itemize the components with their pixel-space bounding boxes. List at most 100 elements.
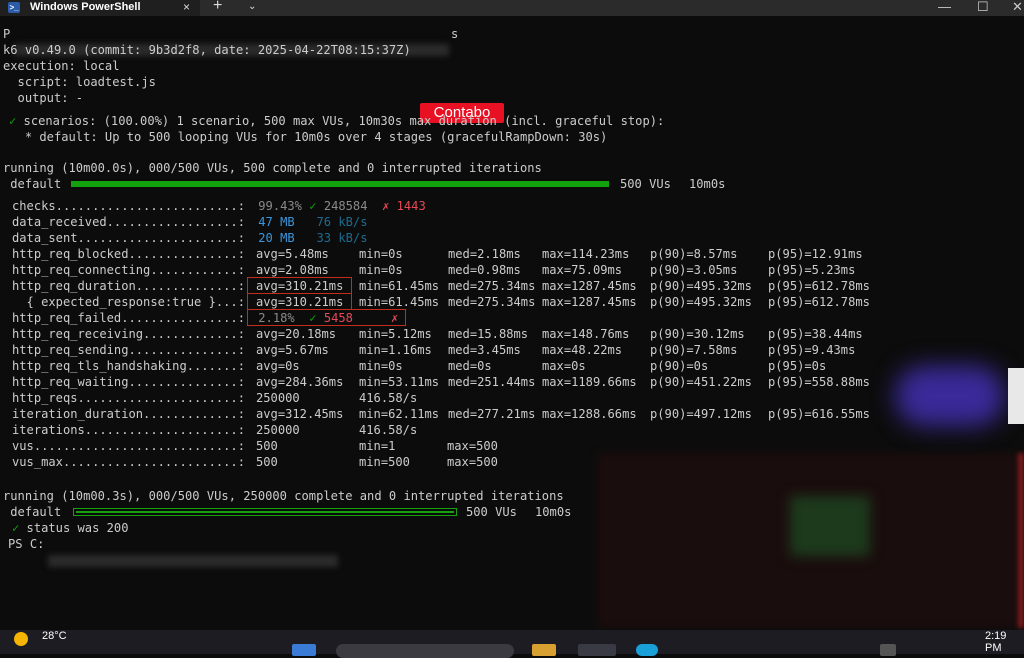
progress-bar-2-fill (76, 511, 454, 513)
metric-http-req-blocked: http_req_blocked...............: (12, 246, 252, 262)
windows-start-icon[interactable] (292, 644, 316, 656)
metric-http-req-sending-p90: p(90)=7.58ms (650, 342, 737, 358)
metric-http-req-waiting: http_req_waiting...............: (12, 374, 252, 390)
highlight-duration-avg (247, 277, 352, 294)
execution-line: execution: local (3, 58, 120, 74)
metric-http-req-tls-handshaking: http_req_tls_handshaking.......: (12, 358, 252, 374)
progress-time-1: 10m0s (689, 176, 725, 192)
tab-powershell[interactable]: >_ Windows PowerShell × (0, 0, 200, 16)
tray-icon[interactable] (880, 644, 896, 656)
metric-vus: vus............................: (12, 438, 252, 454)
vus-max-value: 500 (256, 454, 278, 470)
taskbar-search-box[interactable] (336, 644, 514, 658)
metric-data-sent: data_sent......................: 20 MB 3… (12, 230, 368, 246)
metric-http-reqs: http_reqs......................: (12, 390, 252, 406)
script-line: script: loadtest.js (3, 74, 156, 90)
weather-sun-icon[interactable] (14, 632, 28, 646)
metric-expected-response-min: min=61.45ms (359, 294, 439, 310)
metric-http-req-blocked-p95: p(95)=12.91ms (768, 246, 863, 262)
metric-http-req-sending-p95: p(95)=9.43ms (768, 342, 855, 358)
metric-http-req-duration: http_req_duration..............: (12, 278, 252, 294)
weather-temp[interactable]: 28°C (42, 630, 67, 642)
metric-http-req-receiving-avg: avg=20.18ms (256, 326, 336, 342)
metric-http-req-connecting-max: max=75.09ms (542, 262, 622, 278)
close-button[interactable]: ✕ (1012, 0, 1023, 15)
metric-http-req-duration-min: min=61.45ms (359, 278, 439, 294)
iterations-count: 250000 (256, 422, 300, 438)
metric-http-req-waiting-max: max=1189.66ms (542, 374, 637, 390)
obscured-region-green (790, 496, 870, 556)
progress-vus-2: 500 VUs (466, 504, 517, 520)
running-status-2: running (10m00.3s), 000/500 VUs, 250000 … (3, 488, 564, 504)
metric-http-req-tls-handshaking-max: max=0s (542, 358, 586, 374)
taskbar-clock[interactable]: 2:19 PM (985, 630, 1024, 654)
metric-expected-response-med: med=275.34ms (448, 294, 535, 310)
metric-http-req-blocked-avg: avg=5.48ms (256, 246, 329, 262)
metric-http-req-sending: http_req_sending...............: (12, 342, 252, 358)
metric-http-req-sending-med: med=3.45ms (448, 342, 521, 358)
metric-http-req-connecting-p95: p(95)=5.23ms (768, 262, 855, 278)
terminal-taskbar-icon[interactable] (578, 644, 616, 656)
metric-http-req-tls-handshaking-med: med=0s (448, 358, 492, 374)
metric-http-req-receiving-med: med=15.88ms (448, 326, 528, 342)
metric-http-req-connecting-avg: avg=2.08ms (256, 262, 329, 278)
metric-http-req-receiving-p95: p(95)=38.44ms (768, 326, 863, 342)
metric-http-req-connecting-med: med=0.98ms (448, 262, 521, 278)
metric-iteration-duration-p95: p(95)=616.55ms (768, 406, 870, 422)
terminal-output[interactable]: P s k6 v0.49.0 (commit: 9b3d2f8, date: 2… (0, 16, 1024, 630)
vus-max-min: min=500 (359, 454, 410, 470)
metric-http-req-receiving-max: max=148.76ms (542, 326, 629, 342)
metric-http-req-receiving-min: min=5.12ms (359, 326, 432, 342)
http-reqs-count: 250000 (256, 390, 300, 406)
metric-http-req-waiting-min: min=53.11ms (359, 374, 439, 390)
metric-http-req-duration-med: med=275.34ms (448, 278, 535, 294)
metric-http-req-waiting-p95: p(95)=558.88ms (768, 374, 870, 390)
running-status-1: running (10m00.0s), 000/500 VUs, 500 com… (3, 160, 542, 176)
metric-http-req-blocked-min: min=0s (359, 246, 403, 262)
http-reqs-rate: 416.58/s (359, 390, 417, 406)
powershell-prompt[interactable]: PS C: (8, 536, 44, 552)
vus-max: max=500 (447, 438, 498, 454)
metric-http-req-waiting-avg: avg=284.36ms (256, 374, 343, 390)
vus-value: 500 (256, 438, 278, 454)
edge-browser-icon[interactable] (636, 644, 658, 656)
metric-iteration-duration-p90: p(90)=497.12ms (650, 406, 752, 422)
metric-http-req-duration-p90: p(90)=495.32ms (650, 278, 752, 294)
progress-label-1: default (3, 176, 61, 192)
highlight-req-failed (247, 309, 406, 326)
iterations-rate: 416.58/s (359, 422, 417, 438)
metric-iteration-duration-min: min=62.11ms (359, 406, 439, 422)
highlight-expected-avg (247, 293, 352, 310)
title-bar: >_ Windows PowerShell × + ⌄ — ☐ ✕ (0, 0, 1024, 16)
metric-http-req-tls-handshaking-min: min=0s (359, 358, 403, 374)
metric-expected-response-max: max=1287.45ms (542, 294, 637, 310)
metric-http-req-duration-p95: p(95)=612.78ms (768, 278, 870, 294)
taskbar: 28°C 2:19 PM (0, 630, 1024, 654)
metric-iteration-duration-max: max=1288.66ms (542, 406, 637, 422)
minimize-button[interactable]: — (938, 0, 951, 14)
metric-iterations: iterations.....................: (12, 422, 252, 438)
metric-http-req-tls-handshaking-p95: p(95)=0s (768, 358, 826, 374)
metric-http-req-sending-avg: avg=5.67ms (256, 342, 329, 358)
default-scenario-line: * default: Up to 500 looping VUs for 10m… (3, 129, 607, 145)
tab-close-icon[interactable]: × (183, 0, 190, 14)
metric-http-req-duration-max: max=1287.45ms (542, 278, 637, 294)
file-explorer-icon[interactable] (532, 644, 556, 656)
metric-http-req-sending-max: max=48.22ms (542, 342, 622, 358)
powershell-icon: >_ (8, 2, 20, 13)
progress-time-2: 10m0s (535, 504, 571, 520)
new-tab-button[interactable]: + (213, 0, 222, 15)
maximize-button[interactable]: ☐ (977, 0, 989, 15)
metric-expected-response-p90: p(90)=495.32ms (650, 294, 752, 310)
metric-http-req-receiving: http_req_receiving.............: (12, 326, 252, 342)
command-tail: s (451, 26, 458, 42)
progress-bar-1 (71, 181, 609, 187)
command-line: P (3, 26, 10, 42)
metric-http-req-connecting-p90: p(90)=3.05ms (650, 262, 737, 278)
metric-iteration-duration-med: med=277.21ms (448, 406, 535, 422)
metric-iteration-duration: iteration_duration.............: (12, 406, 252, 422)
metric-http-req-sending-min: min=1.16ms (359, 342, 432, 358)
vus-max-max: max=500 (447, 454, 498, 470)
tab-dropdown-icon[interactable]: ⌄ (248, 1, 256, 12)
blurred-overlay (895, 366, 1005, 426)
